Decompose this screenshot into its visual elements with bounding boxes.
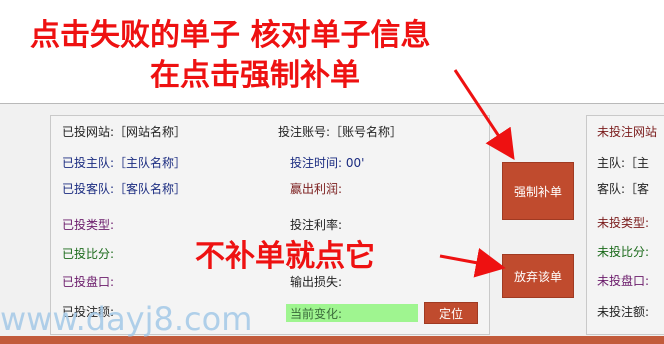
unplaced-away-label: 客队:［客	[597, 182, 650, 196]
unplaced-amount-label: 未投注额:	[597, 305, 650, 319]
annotation-instruction-2: 在点击强制补单	[150, 58, 360, 93]
unplaced-home-label: 主队:［主	[597, 156, 650, 170]
unplaced-site-label: 未投注网站	[597, 125, 658, 139]
loss-label: 输出损失:	[290, 275, 343, 289]
unplaced-market-label: 未投盘口:	[597, 274, 650, 288]
placed-ratio-label: 已投比分:	[62, 247, 115, 261]
annotation-instruction-3: 不补单就点它	[195, 239, 375, 274]
bet-time-label: 投注时间: 00'	[290, 156, 365, 170]
placed-away-team-label: 已投客队:［客队名称］	[62, 182, 187, 196]
unplaced-type-label: 未投类型:	[597, 216, 650, 230]
placed-market-label: 已投盘口:	[62, 275, 115, 289]
force-rebet-button[interactable]: 强制补单	[502, 162, 574, 220]
placed-site-label: 已投网站:［网站名称］	[62, 125, 187, 139]
bet-account-label: 投注账号:［账号名称］	[278, 125, 403, 139]
unplaced-ratio-label: 未投比分:	[597, 245, 650, 259]
abandon-bet-button[interactable]: 放弃该单	[502, 254, 574, 298]
annotation-instruction-1: 点击失败的单子 核对单子信息	[30, 18, 431, 53]
profit-label: 赢出利润:	[290, 182, 343, 196]
watermark: www.dayj8.com	[0, 300, 253, 338]
placed-home-team-label: 已投主队:［主队名称］	[62, 156, 187, 170]
placed-type-label: 已投类型:	[62, 218, 115, 232]
current-change-label: 当前变化:	[290, 307, 343, 321]
locate-button[interactable]: 定位	[424, 302, 478, 324]
